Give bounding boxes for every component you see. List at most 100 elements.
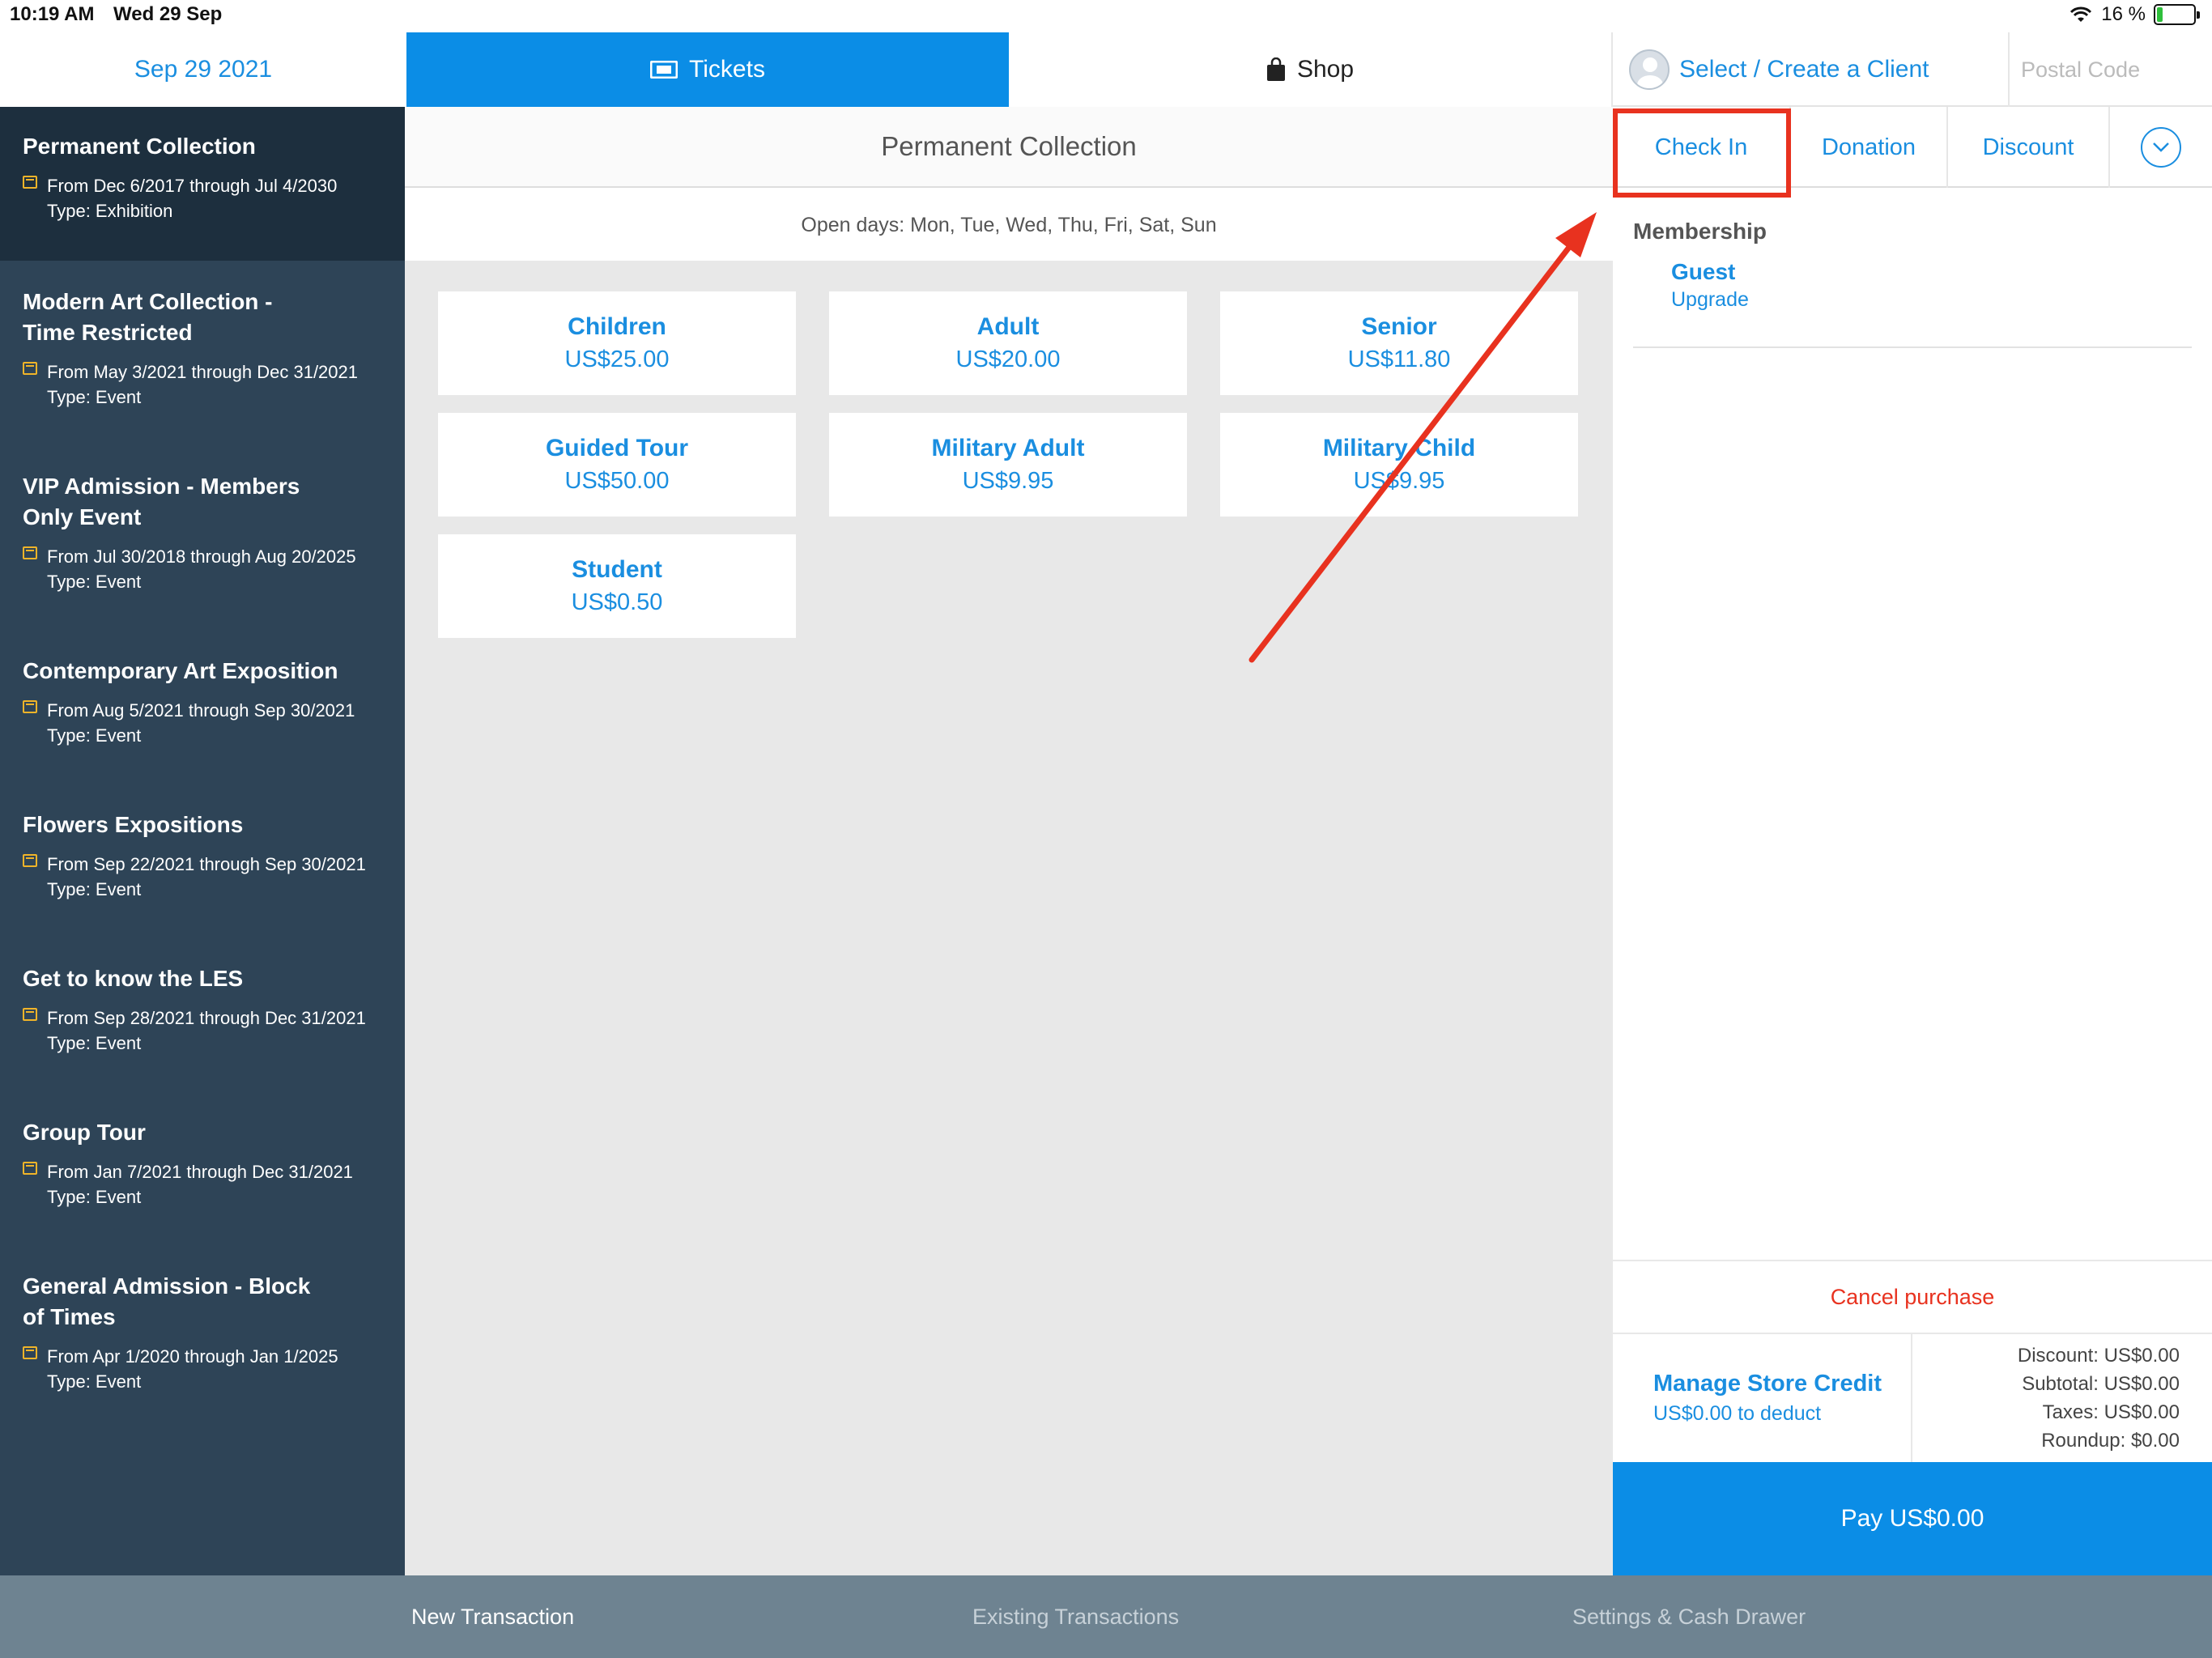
sidebar-item-event[interactable]: General Admission - Block of Times From … <box>0 1271 405 1394</box>
open-days: Open days: Mon, Tue, Wed, Thu, Fri, Sat,… <box>405 189 1613 261</box>
shopping-bag-icon <box>1266 57 1285 81</box>
check-in-button[interactable]: Check In <box>1613 107 1791 188</box>
bottom-tab-bar: New Transaction Existing Transactions Se… <box>0 1575 2212 1658</box>
event-meta: From Aug 5/2021 through Sep 30/2021 Type… <box>23 698 382 748</box>
donation-button[interactable]: Donation <box>1791 107 1948 188</box>
chevron-down-icon <box>2141 127 2181 168</box>
ticket-name: Children <box>568 313 666 340</box>
select-client-button[interactable]: Select / Create a Client <box>1613 32 2010 107</box>
event-title: Get to know the LES <box>23 966 244 991</box>
pay-button[interactable]: Pay US$0.00 <box>1613 1462 2212 1575</box>
roundup-total: Roundup: $0.00 <box>2041 1430 2180 1452</box>
event-type: Type: Event <box>47 879 142 899</box>
event-dates: From Jul 30/2018 through Aug 20/2025 <box>47 546 356 567</box>
page-title: Permanent Collection <box>405 107 1613 188</box>
date-tab[interactable]: Sep 29 2021 <box>0 32 406 107</box>
event-title: Flowers Expositions <box>23 812 244 837</box>
sidebar-item-event[interactable]: Flowers Expositions From Sep 22/2021 thr… <box>0 810 405 902</box>
tab-existing-transactions[interactable]: Existing Transactions <box>972 1575 1179 1658</box>
ticket-price: US$25.00 <box>564 346 670 372</box>
ticket-button[interactable]: Guided Tour US$50.00 <box>438 413 796 517</box>
sidebar-item-event[interactable]: Get to know the LES From Sep 28/2021 thr… <box>0 963 405 1056</box>
event-dates: From May 3/2021 through Dec 31/2021 <box>47 362 359 382</box>
calendar-icon <box>23 1346 37 1359</box>
store-credit-title: Manage Store Credit <box>1653 1371 1882 1397</box>
totals-summary: Discount: US$0.00 Subtotal: US$0.00 Taxe… <box>1912 1334 2212 1462</box>
event-title: Permanent Collection <box>23 134 256 159</box>
event-type: Type: Event <box>47 1033 142 1053</box>
avatar-icon <box>1629 49 1670 90</box>
ticket-price: US$9.95 <box>962 468 1054 494</box>
event-type: Type: Exhibition <box>47 201 173 221</box>
upgrade-link[interactable]: Upgrade <box>1633 288 2192 312</box>
discount-total: Discount: US$0.00 <box>2017 1345 2180 1367</box>
discount-button[interactable]: Discount <box>1948 107 2110 188</box>
battery-fill <box>2157 7 2163 22</box>
more-actions-button[interactable] <box>2110 107 2212 188</box>
event-meta: From Sep 28/2021 through Dec 31/2021 Typ… <box>23 1005 382 1056</box>
ticket-button[interactable]: Student US$0.50 <box>438 534 796 638</box>
ticket-price: US$50.00 <box>564 468 670 494</box>
ticket-grid: Children US$25.00 Adult US$20.00 Senior … <box>405 261 1613 1575</box>
event-meta: From Jan 7/2021 through Dec 31/2021 Type… <box>23 1159 382 1209</box>
taxes-total: Taxes: US$0.00 <box>2042 1401 2180 1423</box>
tab-new-transaction[interactable]: New Transaction <box>411 1575 574 1658</box>
event-type: Type: Event <box>47 1371 142 1392</box>
ticket-name: Student <box>572 556 662 583</box>
tab-tickets[interactable]: Tickets <box>406 32 1009 107</box>
event-meta: From Jul 30/2018 through Aug 20/2025 Typ… <box>23 544 382 594</box>
ticket-name: Adult <box>976 313 1040 340</box>
ticket-button[interactable]: Children US$25.00 <box>438 291 796 395</box>
calendar-icon <box>23 854 37 867</box>
ticket-price: US$9.95 <box>1353 468 1445 494</box>
event-meta: From Sep 22/2021 through Sep 30/2021 Typ… <box>23 852 382 902</box>
status-right: 16 % <box>2069 3 2200 26</box>
event-dates: From Jan 7/2021 through Dec 31/2021 <box>47 1162 353 1182</box>
event-dates: From Dec 6/2017 through Jul 4/2030 <box>47 176 338 196</box>
ticket-name: Military Adult <box>931 435 1085 461</box>
event-meta: From Apr 1/2020 through Jan 1/2025 Type:… <box>23 1344 382 1394</box>
event-meta: From Dec 6/2017 through Jul 4/2030 Type:… <box>23 173 382 223</box>
tab-shop-label: Shop <box>1296 56 1355 83</box>
event-type: Type: Event <box>47 572 142 592</box>
wifi-icon <box>2070 6 2092 22</box>
postal-code-input[interactable]: Postal Code <box>2010 32 2212 107</box>
ticket-button[interactable]: Military Child US$9.95 <box>1220 413 1578 517</box>
top-nav: Sep 29 2021 Tickets Shop Select / Create… <box>0 32 2212 107</box>
sidebar-item-event[interactable]: Contemporary Art Exposition From Aug 5/2… <box>0 656 405 748</box>
event-title: Contemporary Art Exposition <box>23 658 338 683</box>
event-dates: From Sep 22/2021 through Sep 30/2021 <box>47 854 366 874</box>
calendar-icon <box>23 1008 37 1021</box>
sidebar-item-event[interactable]: Group Tour From Jan 7/2021 through Dec 3… <box>0 1117 405 1209</box>
sidebar-item-event[interactable]: Permanent Collection From Dec 6/2017 thr… <box>0 107 405 261</box>
event-type: Type: Event <box>47 387 142 407</box>
event-type: Type: Event <box>47 725 142 746</box>
ticket-icon <box>650 61 678 79</box>
manage-store-credit-button[interactable]: Manage Store Credit US$0.00 to deduct <box>1613 1334 1912 1462</box>
ticket-button[interactable]: Adult US$20.00 <box>829 291 1187 395</box>
ticket-button[interactable]: Senior US$11.80 <box>1220 291 1578 395</box>
event-meta: From May 3/2021 through Dec 31/2021 Type… <box>23 359 382 410</box>
ticket-name: Military Child <box>1322 435 1476 461</box>
ticket-price: US$11.80 <box>1347 346 1451 372</box>
sidebar-item-event[interactable]: Modern Art Collection - Time Restricted … <box>0 287 405 410</box>
calendar-icon <box>23 1162 37 1175</box>
action-bar: Check In Donation Discount <box>1613 107 2212 188</box>
tab-shop[interactable]: Shop <box>1009 32 1613 107</box>
ticket-button[interactable]: Military Adult US$9.95 <box>829 413 1187 517</box>
tab-settings-cash-drawer[interactable]: Settings & Cash Drawer <box>1572 1575 1806 1658</box>
battery-icon <box>2154 4 2200 25</box>
sidebar-item-event[interactable]: VIP Admission - Members Only Event From … <box>0 471 405 594</box>
ticket-name: Senior <box>1361 313 1437 340</box>
calendar-icon <box>23 700 37 713</box>
cancel-purchase-button[interactable]: Cancel purchase <box>1613 1260 2212 1334</box>
event-title: VIP Admission - Members Only Event <box>23 474 300 529</box>
battery-percent: 16 % <box>2101 3 2146 25</box>
calendar-icon <box>23 546 37 559</box>
status-date: Wed 29 Sep <box>113 3 223 25</box>
store-credit-subtitle: US$0.00 to deduct <box>1653 1402 1822 1425</box>
membership-label: Membership <box>1633 219 1767 244</box>
tab-tickets-label: Tickets <box>689 56 765 83</box>
event-dates: From Aug 5/2021 through Sep 30/2021 <box>47 700 355 721</box>
select-client-label: Select / Create a Client <box>1679 56 1929 83</box>
